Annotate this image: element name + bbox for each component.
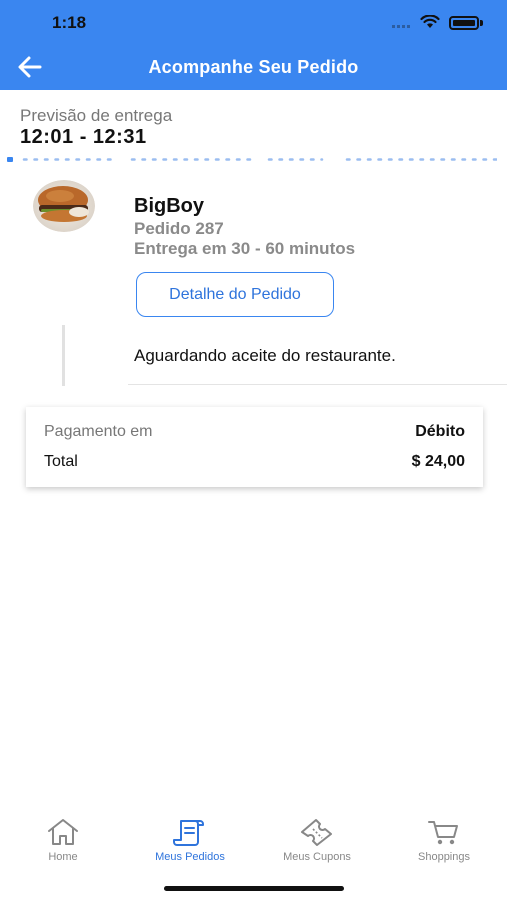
- delivery-window: 12:01 - 12:31: [20, 126, 147, 148]
- cart-icon: [428, 821, 458, 845]
- tab-shoppings-label: Shoppings: [418, 851, 470, 863]
- tab-home[interactable]: Home: [0, 812, 126, 872]
- tab-home-label: Home: [48, 851, 78, 863]
- order-detail-button[interactable]: Detalhe do Pedido: [136, 272, 334, 317]
- payment-method: Débito: [415, 423, 465, 440]
- delivery-eta: Entrega em 30 - 60 minutos: [134, 239, 356, 258]
- total-label: Total: [44, 453, 78, 470]
- payment-label: Pagamento em: [44, 423, 153, 440]
- order-status-text: Aguardando aceite do restaurante.: [134, 346, 396, 365]
- cellular-signal-icon: [392, 25, 410, 28]
- tab-my-orders-label: Meus Pedidos: [155, 851, 225, 863]
- status-time: 1:18: [52, 13, 87, 32]
- payment-card: Pagamento em Débito Total $ 24,00: [26, 407, 483, 487]
- receipt-icon: [173, 820, 204, 846]
- delivery-forecast-label: Previsão de entrega: [20, 106, 173, 125]
- restaurant-thumbnail: [33, 180, 95, 232]
- order-number: Pedido 287: [134, 219, 224, 238]
- timeline-line: [62, 325, 65, 386]
- ticket-icon: [301, 819, 332, 846]
- delivery-progress-bar: [7, 157, 497, 162]
- tab-bar: Home Meus Pedidos Meus Cupons Shoppings: [0, 812, 507, 872]
- home-icon: [48, 819, 78, 845]
- home-indicator: [164, 886, 344, 891]
- tab-my-coupons-label: Meus Cupons: [283, 851, 351, 863]
- tab-shoppings[interactable]: Shoppings: [381, 812, 507, 872]
- page-title: Acompanhe Seu Pedido: [148, 57, 359, 77]
- status-bar: 1:18: [0, 0, 507, 46]
- app-header: 1:18 Acompanhe Seu Pedido: [0, 0, 507, 90]
- tab-my-coupons[interactable]: Meus Cupons: [254, 812, 380, 872]
- wifi-icon: [420, 15, 440, 28]
- tab-my-orders[interactable]: Meus Pedidos: [127, 812, 253, 872]
- total-value: $ 24,00: [411, 453, 465, 470]
- restaurant-name: BigBoy: [134, 195, 204, 217]
- divider: [128, 384, 507, 385]
- battery-tip: [480, 20, 483, 26]
- battery-icon: [449, 16, 479, 30]
